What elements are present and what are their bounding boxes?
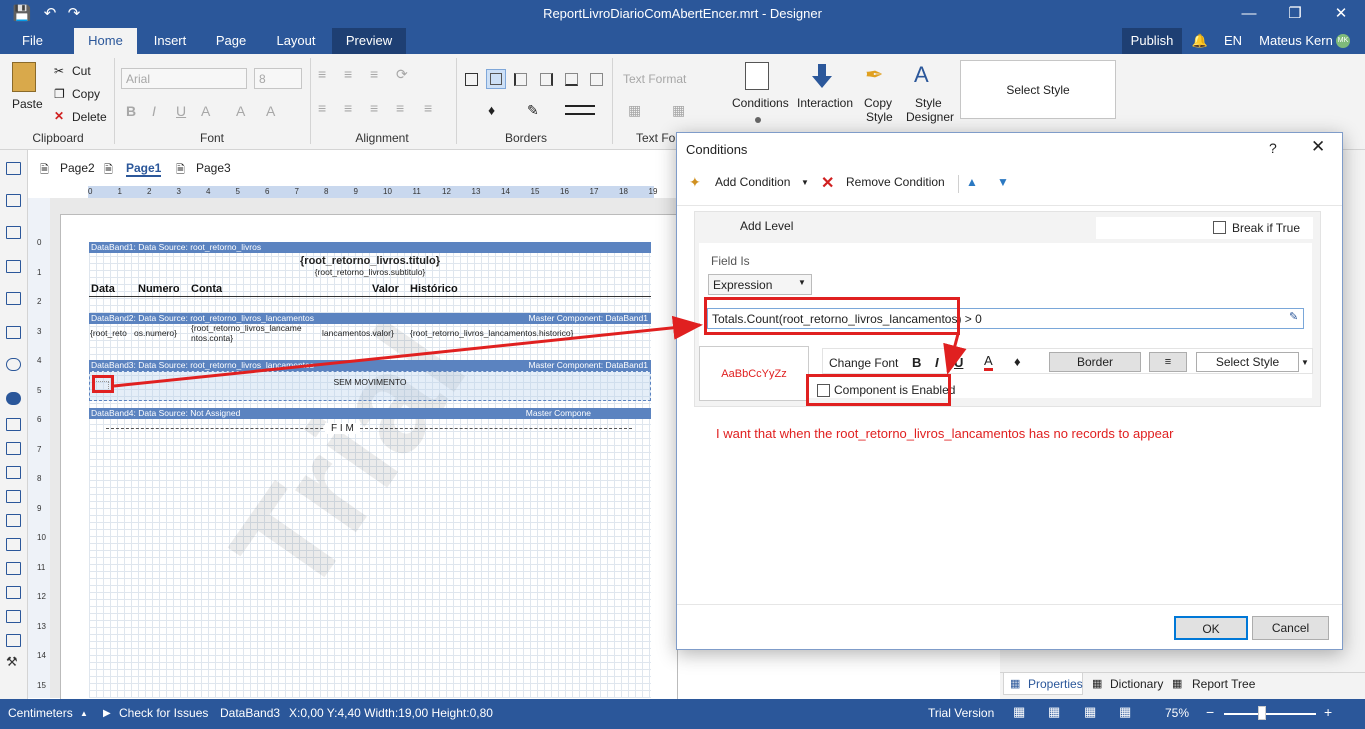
page-width-icon[interactable]: ▦ <box>1013 704 1025 720</box>
play-icon: ▶ <box>103 708 111 719</box>
zoom-100-icon[interactable]: ▦ <box>1119 704 1131 720</box>
whole-page-icon[interactable]: ▦ <box>1084 704 1096 720</box>
status-bar: Centimeters ▲ ▶ Check for Issues DataBan… <box>0 699 1365 729</box>
annotation-arrows <box>113 315 967 388</box>
chevron-up-icon[interactable]: ▲ <box>80 709 88 718</box>
trial-version-label: Trial Version <box>928 706 995 720</box>
zoom-out-icon[interactable]: − <box>1206 704 1214 720</box>
zoom-slider[interactable] <box>1224 713 1316 715</box>
units-select[interactable]: Centimeters <box>8 706 73 720</box>
coordinates-readout: X:0,00 Y:4,40 Width:19,00 Height:0,80 <box>289 706 493 720</box>
zoom-slider-handle[interactable] <box>1258 706 1266 720</box>
selected-component: DataBand3 <box>220 706 281 720</box>
arrow-to-expression <box>113 315 703 388</box>
page-height-icon[interactable]: ▦ <box>1048 704 1060 720</box>
zoom-level: 75% <box>1165 706 1190 720</box>
check-issues-button[interactable]: Check for Issues <box>119 706 208 720</box>
zoom-in-icon[interactable]: + <box>1324 704 1332 720</box>
arrow-to-enabled <box>943 333 967 375</box>
designer-window: 💾 ↶ ↷ ReportLivroDiarioComAbertEncer.mrt… <box>0 0 1365 729</box>
